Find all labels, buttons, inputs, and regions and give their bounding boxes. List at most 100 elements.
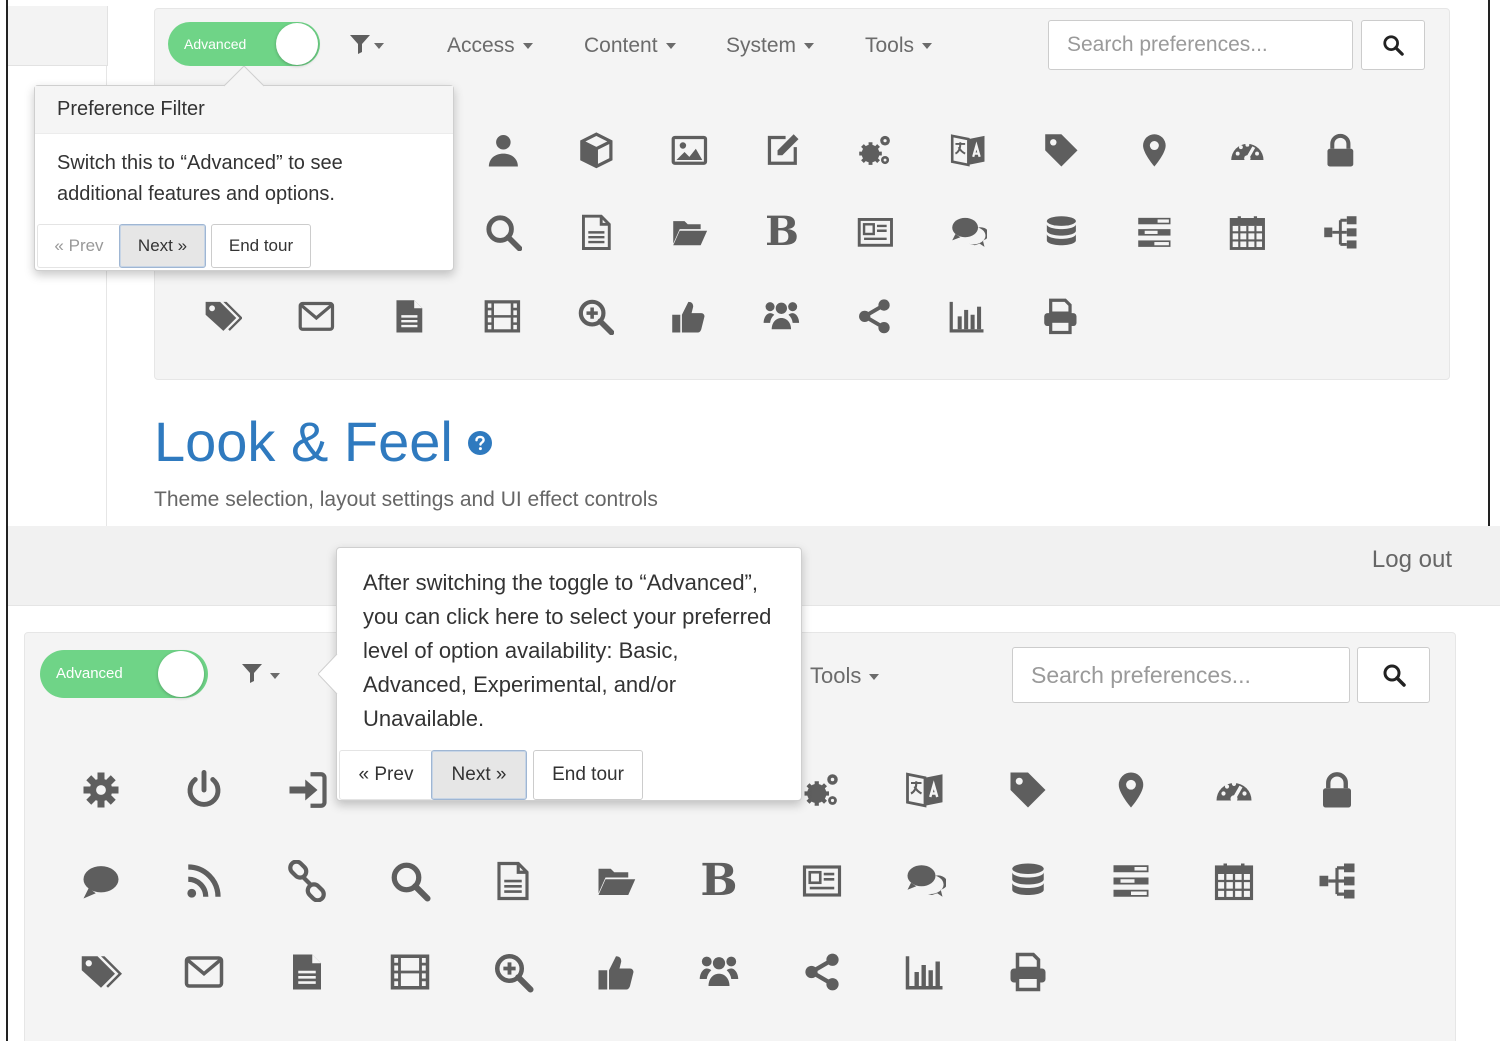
tasks-icon[interactable]	[1132, 210, 1176, 254]
logout-link[interactable]: Log out	[1372, 546, 1452, 574]
language-icon[interactable]	[901, 766, 949, 814]
lock-icon[interactable]	[1318, 128, 1362, 172]
bold-icon[interactable]: B	[760, 210, 804, 254]
tour-next-button[interactable]: Next »	[119, 224, 206, 268]
bold-icon[interactable]: B	[695, 857, 743, 905]
link-icon[interactable]	[283, 857, 331, 905]
sitemap-icon[interactable]	[1313, 857, 1361, 905]
cog-icon[interactable]	[77, 766, 125, 814]
users-icon[interactable]	[695, 948, 743, 996]
zoom-in-icon[interactable]	[489, 948, 537, 996]
search-button[interactable]	[1361, 20, 1425, 70]
print-icon[interactable]	[1038, 294, 1082, 338]
nav-tools[interactable]: Tools	[865, 34, 933, 58]
nav-tools-2[interactable]: Tools	[810, 663, 880, 688]
search-icon[interactable]	[386, 857, 434, 905]
zoom-in-icon[interactable]	[573, 294, 617, 338]
envelope-icon[interactable]	[180, 948, 228, 996]
file-icon[interactable]	[283, 948, 331, 996]
tour-prev-button[interactable]: « Prev	[339, 750, 433, 800]
preference-filter-button[interactable]	[348, 32, 384, 61]
chevron-down-icon	[665, 43, 676, 50]
power-off-icon[interactable]	[180, 766, 228, 814]
toggle-label: Advanced	[56, 665, 123, 682]
sitemap-icon[interactable]	[1318, 210, 1362, 254]
share-alt-icon[interactable]	[798, 948, 846, 996]
film-icon[interactable]	[386, 948, 434, 996]
image-icon[interactable]	[667, 128, 711, 172]
tour-end-button[interactable]: End tour	[533, 750, 643, 800]
dashboard-icon[interactable]	[1210, 766, 1258, 814]
toggle-knob[interactable]	[276, 23, 318, 65]
language-icon[interactable]	[946, 128, 990, 172]
file-icon[interactable]	[387, 294, 431, 338]
database-icon[interactable]	[1039, 210, 1083, 254]
advanced-toggle-2[interactable]: Advanced	[40, 650, 208, 698]
popover-body: After switching the toggle to “Advanced”…	[363, 570, 772, 731]
popover-title: Preference Filter	[35, 86, 453, 134]
dashboard-icon[interactable]	[1225, 128, 1269, 172]
share-alt-icon[interactable]	[852, 294, 896, 338]
nav-content[interactable]: Content	[584, 34, 676, 58]
print-icon[interactable]	[1004, 948, 1052, 996]
chevron-down-icon	[804, 43, 815, 50]
tags-icon[interactable]	[77, 948, 125, 996]
file-text-icon[interactable]	[489, 857, 537, 905]
thumbs-up-icon[interactable]	[666, 294, 710, 338]
tasks-icon[interactable]	[1107, 857, 1155, 905]
rss-icon[interactable]	[180, 857, 228, 905]
tour-prev-button[interactable]: « Prev	[37, 224, 121, 268]
folder-open-icon[interactable]	[592, 857, 640, 905]
search-icon	[1383, 664, 1406, 687]
preference-filter-button-2[interactable]	[240, 661, 280, 690]
lock-icon[interactable]	[1313, 766, 1361, 814]
tag-icon[interactable]	[1039, 128, 1083, 172]
cogs-icon[interactable]	[853, 128, 897, 172]
newspaper-icon[interactable]	[798, 857, 846, 905]
bar-chart-icon[interactable]	[901, 948, 949, 996]
cube-icon[interactable]	[574, 128, 618, 172]
search-icon[interactable]	[481, 210, 525, 254]
nav-system[interactable]: System	[726, 34, 815, 58]
film-icon[interactable]	[480, 294, 524, 338]
database-icon[interactable]	[1004, 857, 1052, 905]
search-input[interactable]	[1048, 20, 1353, 70]
bar-chart-icon[interactable]	[945, 294, 989, 338]
tour-popover-filter-level: After switching the toggle to “Advanced”…	[336, 547, 802, 801]
file-text-icon[interactable]	[574, 210, 618, 254]
search-icon	[1383, 35, 1404, 56]
comments-icon[interactable]	[901, 857, 949, 905]
calendar-icon[interactable]	[1225, 210, 1269, 254]
folder-open-icon[interactable]	[667, 210, 711, 254]
page-subtitle: Theme selection, layout settings and UI …	[154, 488, 658, 511]
tour-next-button[interactable]: Next »	[431, 750, 527, 800]
search-input-2[interactable]	[1012, 647, 1350, 703]
comment-icon[interactable]	[77, 857, 125, 905]
sign-in-icon[interactable]	[283, 766, 331, 814]
chevron-down-icon	[374, 43, 384, 49]
tags-icon[interactable]	[201, 294, 245, 338]
edit-icon[interactable]	[760, 128, 804, 172]
toggle-knob[interactable]	[158, 651, 204, 697]
popover-arrow	[318, 654, 338, 694]
nav-label: Tools	[810, 663, 862, 688]
calendar-icon[interactable]	[1210, 857, 1258, 905]
help-icon[interactable]	[467, 430, 493, 456]
tag-icon[interactable]	[1004, 766, 1052, 814]
nav-access[interactable]: Access	[447, 34, 533, 58]
map-marker-icon[interactable]	[1132, 128, 1176, 172]
tour-end-button[interactable]: End tour	[211, 224, 311, 268]
filter-icon	[242, 664, 262, 683]
newspaper-icon[interactable]	[853, 210, 897, 254]
users-icon[interactable]	[759, 294, 803, 338]
thumbs-up-icon[interactable]	[592, 948, 640, 996]
comments-icon[interactable]	[946, 210, 990, 254]
chevron-down-icon	[270, 673, 280, 679]
map-marker-icon[interactable]	[1107, 766, 1155, 814]
user-icon[interactable]	[481, 128, 525, 172]
envelope-icon[interactable]	[294, 294, 338, 338]
search-button-2[interactable]	[1357, 647, 1430, 703]
cogs-icon[interactable]	[798, 766, 846, 814]
frame-left-border	[6, 0, 8, 1041]
advanced-toggle[interactable]: Advanced	[168, 22, 320, 66]
